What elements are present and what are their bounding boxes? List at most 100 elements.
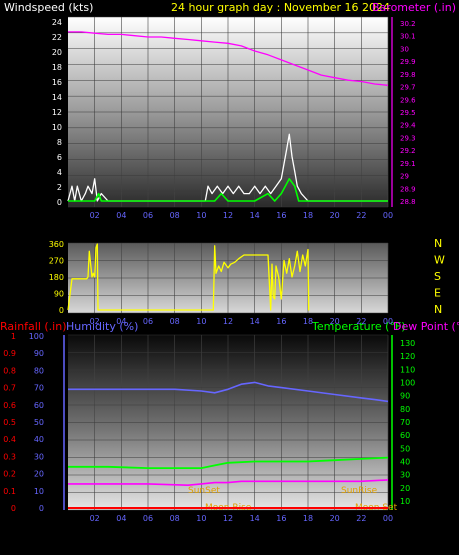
temperature-tick: 20 [400, 484, 410, 493]
bottom-x-tick: 12 [223, 514, 233, 523]
humidity-tick: 20 [34, 470, 44, 479]
rainfall-tick: 0.2 [3, 470, 16, 479]
rainfall-tick: 0.7 [3, 384, 16, 393]
humidity-tick: 10 [34, 487, 44, 496]
barometer-tick: 30 [400, 45, 409, 53]
sunrise-label: SunRise [341, 486, 378, 496]
rainfall-tick: 0.5 [3, 418, 16, 427]
dir-x-tick: 14 [250, 317, 260, 326]
dir-x-tick: 22 [356, 317, 366, 326]
barometer-tick: 29.9 [400, 58, 416, 66]
direction-tick: 0 [59, 306, 64, 315]
windspeed-tick: 16 [52, 78, 62, 87]
windspeed-tick: 12 [52, 108, 62, 117]
windspeed-tick: 18 [52, 63, 62, 72]
temperature-tick: 30 [400, 471, 410, 480]
windspeed-tick: 4 [57, 168, 62, 177]
dir-x-tick: 16 [276, 317, 286, 326]
rainfall-tick: 0.3 [3, 452, 16, 461]
temperature-tick: 120 [400, 352, 415, 361]
barometer-tick: 29.7 [400, 84, 416, 92]
rainfall-tick: 1 [11, 332, 16, 341]
temperature-tick: 80 [400, 405, 410, 414]
barometer-axis-label: Barometer (.in) [372, 1, 456, 14]
humidity-tick: 90 [34, 349, 44, 358]
bottom-x-tick: 00 [383, 514, 393, 523]
windspeed-tick: 22 [52, 33, 62, 42]
wind-x-tick: 04 [116, 211, 126, 220]
dir-x-tick: 00 [383, 317, 393, 326]
windspeed-tick: 8 [57, 138, 62, 147]
windspeed-tick: 10 [52, 123, 62, 132]
temperature-tick: 100 [400, 379, 415, 388]
wind-x-tick: 20 [330, 211, 340, 220]
barometer-tick: 29.2 [400, 147, 416, 155]
wind-x-tick: 08 [170, 211, 180, 220]
barometer-tick: 29.1 [400, 160, 416, 168]
wind-x-tick: 14 [250, 211, 260, 220]
dir-x-tick: 04 [116, 317, 126, 326]
sunset-label: SunSet [188, 486, 220, 496]
wind-x-tick: 10 [196, 211, 206, 220]
humidity-tick: 100 [29, 332, 44, 341]
dir-x-tick: 20 [330, 317, 340, 326]
dir-x-tick: 18 [303, 317, 313, 326]
humidity-tick: 50 [34, 418, 44, 427]
rainfall-tick: 0.9 [3, 349, 16, 358]
temperature-tick: 10 [400, 497, 410, 506]
wind-x-tick: 12 [223, 211, 233, 220]
compass-tick: N [434, 303, 442, 316]
rainfall-tick: 0.8 [3, 366, 16, 375]
compass-tick: W [434, 254, 445, 267]
dir-x-tick: 02 [90, 317, 100, 326]
wind-x-tick: 00 [383, 211, 393, 220]
compass-tick: S [434, 270, 441, 283]
windspeed-tick: 6 [57, 153, 62, 162]
dir-x-tick: 10 [196, 317, 206, 326]
direction-tick: 90 [54, 290, 64, 299]
wind-x-tick: 02 [90, 211, 100, 220]
bottom-x-tick: 08 [170, 514, 180, 523]
direction-tick: 270 [49, 257, 64, 266]
humidity-tick: 30 [34, 452, 44, 461]
direction-tick: 180 [49, 273, 64, 282]
windspeed-tick: 0 [57, 198, 62, 207]
bottom-x-tick: 10 [196, 514, 206, 523]
windspeed-tick: 2 [57, 183, 62, 192]
barometer-tick: 29.5 [400, 109, 416, 117]
temperature-tick: 40 [400, 458, 410, 467]
windspeed-tick: 20 [52, 48, 62, 57]
dir-x-tick: 08 [170, 317, 180, 326]
barometer-tick: 29.3 [400, 134, 416, 142]
dewpoint-axis-label: Dew Point (°F) [393, 320, 459, 333]
weather-graph: Windspeed (kts) 24 hour graph day : Nove… [0, 1, 459, 523]
temperature-tick: 50 [400, 444, 410, 453]
humidity-tick: 80 [34, 366, 44, 375]
barometer-tick: 30.2 [400, 20, 416, 28]
barometer-tick: 28.9 [400, 185, 416, 193]
humidity-axis-label: Humidity (%) [66, 320, 138, 333]
barometer-tick: 28.8 [400, 198, 416, 206]
wind-x-tick: 16 [276, 211, 286, 220]
bottom-x-tick: 02 [90, 514, 100, 523]
temperature-tick: 60 [400, 431, 410, 440]
windspeed-tick: 24 [52, 18, 62, 27]
humidity-tick: 70 [34, 384, 44, 393]
barometer-tick: 29.4 [400, 122, 416, 130]
humidity-tick: 40 [34, 435, 44, 444]
bottom-x-tick: 04 [116, 514, 126, 523]
wind-x-tick: 18 [303, 211, 313, 220]
barometer-tick: 29.6 [400, 96, 416, 104]
compass-tick: N [434, 237, 442, 250]
windspeed-tick: 14 [52, 93, 62, 102]
temperature-tick: 110 [400, 365, 415, 374]
bottom-x-tick: 20 [330, 514, 340, 523]
bottom-x-tick: 22 [356, 514, 366, 523]
wind-x-tick: 06 [143, 211, 153, 220]
rainfall-tick: 0 [11, 504, 16, 513]
rainfall-tick: 0.6 [3, 401, 16, 410]
rainfall-tick: 0.1 [3, 487, 16, 496]
bottom-x-tick: 06 [143, 514, 153, 523]
windspeed-axis-label: Windspeed (kts) [4, 1, 93, 14]
bottom-x-tick: 18 [303, 514, 313, 523]
